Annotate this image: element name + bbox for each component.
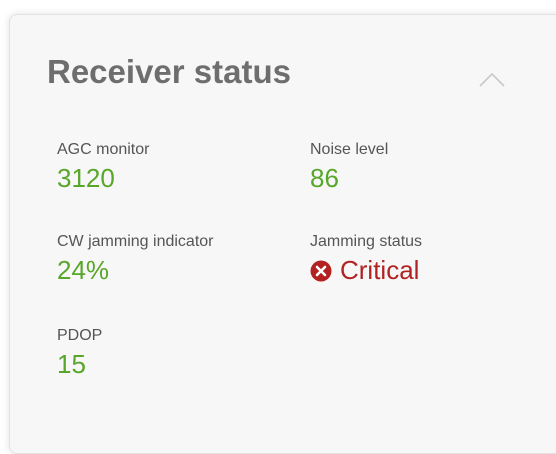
noise-level-value: 86 <box>310 163 339 193</box>
collapse-button[interactable] <box>472 64 512 92</box>
chevron-up-icon <box>472 64 512 92</box>
pdop-value: 15 <box>57 349 86 379</box>
jamming-status-field: Jamming status Critical <box>310 232 422 286</box>
jamming-status-value-row: Critical <box>310 254 422 286</box>
cw-jamming-field: CW jamming indicator 24% <box>57 232 213 286</box>
jamming-status-value: Critical <box>340 255 420 285</box>
cw-jamming-value: 24% <box>57 255 110 285</box>
pdop-field: PDOP 15 <box>57 326 102 380</box>
x-circle-icon <box>310 260 332 282</box>
agc-monitor-value: 3120 <box>57 163 115 193</box>
pdop-label: PDOP <box>57 327 103 344</box>
noise-level-field: Noise level 86 <box>310 140 388 194</box>
noise-level-label: Noise level <box>310 141 389 158</box>
cw-jamming-label: CW jamming indicator <box>57 233 214 250</box>
agc-monitor-field: AGC monitor 3120 <box>57 140 149 194</box>
jamming-status-label: Jamming status <box>310 233 423 250</box>
panel-title: Receiver status <box>47 53 291 90</box>
agc-monitor-label: AGC monitor <box>57 141 150 158</box>
